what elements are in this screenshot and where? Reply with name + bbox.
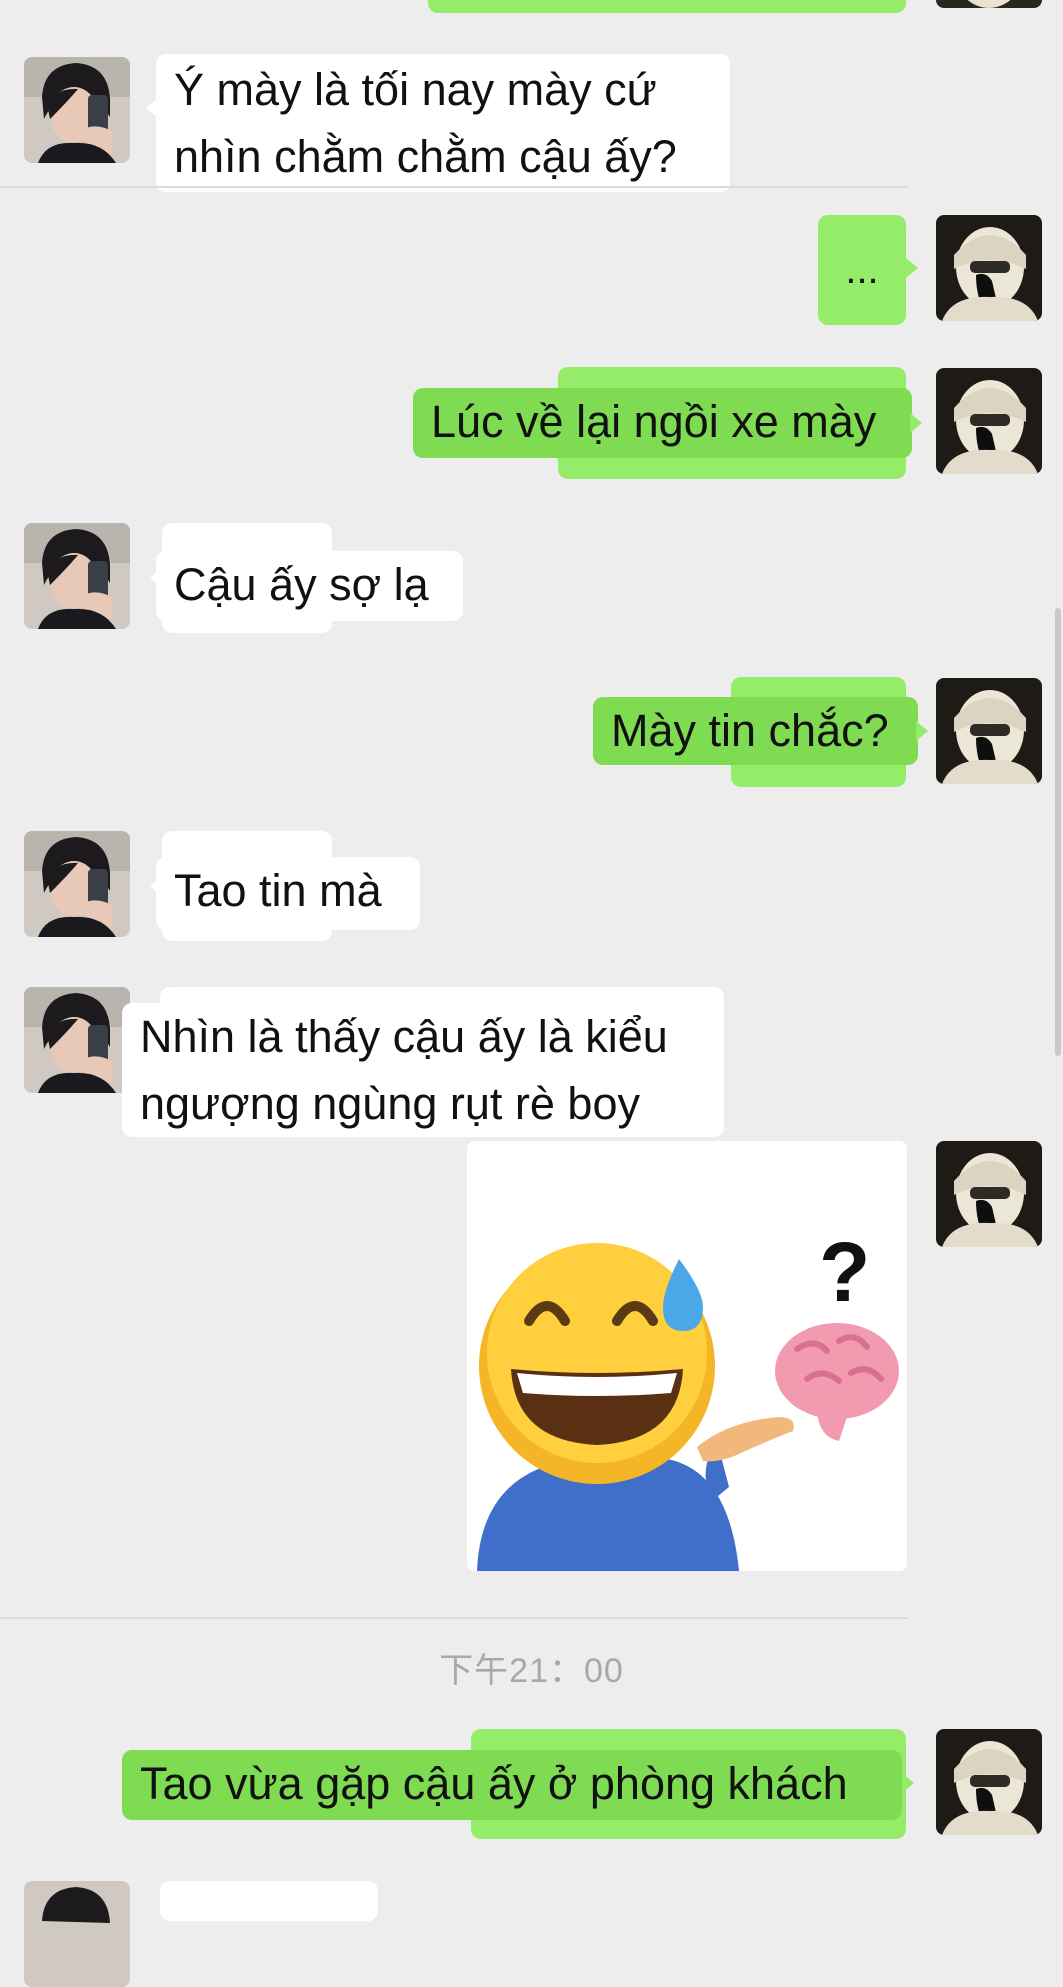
message-line: ngượng ngùng rụt rè boy bbox=[140, 1078, 640, 1129]
selfie-person-avatar-icon bbox=[24, 831, 130, 937]
scrollbar-thumb[interactable] bbox=[1055, 608, 1061, 1056]
incoming-message-bubble[interactable]: Tao tin mà bbox=[156, 857, 420, 930]
message-text: Cậu ấy sợ lạ bbox=[174, 559, 429, 610]
outgoing-message-bubble[interactable]: ... bbox=[818, 215, 906, 325]
divider-line bbox=[0, 186, 908, 188]
bubble-tail-right bbox=[910, 413, 922, 433]
right-avatar[interactable] bbox=[936, 215, 1042, 321]
partial-incoming-bubble-bottom[interactable] bbox=[160, 1881, 378, 1921]
grinning-sweat-emoji-with-brain-question-sticker-icon: ? bbox=[467, 1141, 907, 1571]
right-avatar[interactable] bbox=[936, 368, 1042, 474]
sticker-message[interactable]: ? bbox=[467, 1141, 907, 1571]
outgoing-message-bubble[interactable]: Tao vừa gặp cậu ấy ở phòng khách bbox=[122, 1750, 902, 1820]
message-line: Nhìn là thấy cậu ấy là kiểu bbox=[140, 1011, 668, 1062]
masked-person-avatar-icon bbox=[936, 368, 1042, 474]
outgoing-message-bubble[interactable]: Mày tin chắc? bbox=[593, 697, 918, 765]
svg-text:?: ? bbox=[819, 1225, 870, 1319]
message-text: Tao vừa gặp cậu ấy ở phòng khách bbox=[140, 1758, 848, 1809]
message-line: nhìn chằm chằm cậu ấy? bbox=[174, 131, 677, 182]
right-avatar[interactable] bbox=[936, 1729, 1042, 1835]
left-avatar[interactable] bbox=[24, 987, 130, 1093]
right-avatar-partial-top[interactable] bbox=[936, 0, 1042, 8]
selfie-person-avatar-icon bbox=[24, 1881, 130, 1987]
divider-line bbox=[0, 1617, 908, 1619]
masked-person-avatar-icon bbox=[936, 678, 1042, 784]
left-avatar[interactable] bbox=[24, 831, 130, 937]
message-line: Ý mày là tối nay mày cứ bbox=[174, 64, 657, 115]
masked-person-avatar-icon bbox=[936, 1141, 1042, 1247]
bubble-tail-right bbox=[906, 258, 918, 278]
masked-person-avatar-icon bbox=[936, 215, 1042, 321]
left-avatar[interactable] bbox=[24, 523, 130, 629]
outgoing-message-bubble[interactable]: Lúc về lại ngồi xe mày bbox=[413, 388, 912, 458]
message-text: Lúc về lại ngồi xe mày bbox=[431, 396, 877, 447]
message-text: Mày tin chắc? bbox=[611, 705, 889, 756]
bubble-tail-right bbox=[916, 721, 928, 741]
selfie-person-avatar-icon bbox=[24, 57, 130, 163]
partial-outgoing-bubble-top[interactable] bbox=[428, 0, 906, 13]
left-avatar-partial-bottom[interactable] bbox=[24, 1881, 130, 1987]
right-avatar[interactable] bbox=[936, 1141, 1042, 1247]
left-avatar[interactable] bbox=[24, 57, 130, 163]
selfie-person-avatar-icon bbox=[24, 987, 130, 1093]
incoming-message-bubble[interactable]: Nhìn là thấy cậu ấy là kiểu ngượng ngùng… bbox=[122, 1003, 724, 1137]
masked-person-avatar-icon bbox=[936, 0, 1042, 8]
bubble-tail-right bbox=[902, 1773, 914, 1793]
incoming-message-bubble[interactable]: Cậu ấy sợ lạ bbox=[156, 551, 463, 621]
message-text: Tao tin mà bbox=[174, 865, 382, 916]
right-avatar[interactable] bbox=[936, 678, 1042, 784]
selfie-person-avatar-icon bbox=[24, 523, 130, 629]
chat-timestamp: 下午21：00 bbox=[439, 1652, 624, 1690]
incoming-message-bubble[interactable]: Ý mày là tối nay mày cứ nhìn chằm chằm c… bbox=[156, 54, 730, 192]
message-text: ... bbox=[845, 248, 879, 292]
masked-person-avatar-icon bbox=[936, 1729, 1042, 1835]
